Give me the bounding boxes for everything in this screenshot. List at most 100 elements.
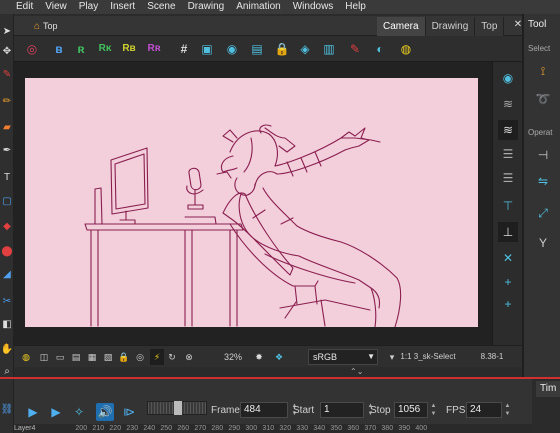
chevron-down-icon[interactable]: ▾ (388, 349, 396, 365)
layers-active-icon[interactable]: ≋ (498, 120, 518, 140)
drawing-canvas[interactable] (25, 78, 478, 327)
cutter-icon[interactable]: ✂ (1, 296, 13, 308)
panel-splitter[interactable]: ⌃⌄ (14, 367, 522, 377)
brush-icon[interactable]: ✎ (1, 69, 13, 81)
reset-icon[interactable]: ⊗ (182, 349, 196, 365)
collapse-icon[interactable]: ⌃⌄ (350, 367, 363, 377)
fps-stepper[interactable]: ▲ ▼ (503, 402, 512, 418)
sound-on-icon[interactable]: 🔊 (96, 403, 114, 421)
x-icon[interactable]: ✕ (498, 248, 518, 268)
operation-icon[interactable]: ⊣ (534, 146, 552, 164)
frame-icon[interactable]: ▭ (54, 349, 66, 365)
render-icon[interactable]: ◎ (24, 41, 40, 57)
lock-icon[interactable]: 🔒 (118, 349, 130, 365)
menu-animation[interactable]: Animation (230, 0, 286, 14)
morph-icon[interactable]: ◧ (1, 319, 13, 331)
start-label: Start (293, 405, 315, 416)
slider-thumb[interactable] (174, 401, 182, 415)
sound-scrub-icon[interactable]: ⧐ (120, 403, 138, 421)
hand-icon[interactable]: ✋ (1, 344, 13, 356)
view-tabs: Camera Drawing Top (377, 17, 505, 36)
camera-viewport[interactable] (14, 62, 492, 345)
grid-icon[interactable]: # (176, 41, 192, 57)
rb-icon[interactable]: Rʙ (120, 41, 138, 57)
flash-icon[interactable]: ⚡ (150, 349, 164, 365)
lightbulb-icon[interactable]: ◍ (398, 41, 414, 57)
link-icon[interactable]: ⛓ (1, 404, 14, 416)
onion-skin-icon[interactable]: ◐ (372, 41, 388, 57)
lightbulb-icon[interactable]: ◍ (20, 349, 32, 365)
pencil-icon[interactable]: ✏ (1, 96, 13, 108)
onion-icon[interactable]: ◉ (224, 41, 240, 57)
film-icon[interactable]: ▤ (70, 349, 82, 365)
tab-drawing[interactable]: Drawing (425, 17, 476, 36)
loop-icon[interactable]: ✧ (70, 403, 88, 421)
peg-visible-icon[interactable]: ⊤ (498, 196, 518, 216)
tab-top[interactable]: Top (475, 17, 505, 36)
lock-icon[interactable]: 🔒 (274, 41, 290, 57)
stop-stepper[interactable]: ▲ ▼ (429, 402, 438, 418)
menu-view[interactable]: View (39, 0, 73, 14)
menu-windows[interactable]: Windows (287, 0, 340, 14)
eye-icon[interactable]: ◈ (297, 41, 313, 57)
fps-field[interactable]: 24 (466, 402, 502, 418)
timeline-tab[interactable]: Tim (536, 381, 560, 397)
paint-icon[interactable]: ✒ (1, 145, 13, 157)
frame-field[interactable]: 484 (240, 402, 288, 418)
safe-area-icon[interactable]: ▧ (102, 349, 114, 365)
rectangle-icon[interactable]: ▢ (1, 196, 13, 208)
brush-b-icon[interactable]: ʙ (51, 41, 67, 57)
stop-field[interactable]: 1056 (394, 402, 428, 418)
text-icon[interactable]: T (1, 172, 13, 184)
menu-edit[interactable]: Edit (0, 0, 39, 14)
zoom-level[interactable]: 32% (220, 349, 246, 365)
rotate-icon[interactable]: ↻ (166, 349, 178, 365)
gear-icon[interactable]: ✸ (252, 349, 266, 365)
plus-icon[interactable]: + (498, 272, 518, 292)
flip-icon[interactable]: ⇋ (534, 172, 552, 190)
peg-icon[interactable]: ▥ (321, 41, 337, 57)
plus-alt-icon[interactable]: + (498, 294, 518, 314)
rr-icon[interactable]: Rʀ (145, 41, 163, 57)
layers-icon[interactable]: ≋ (498, 94, 518, 114)
transform-icon[interactable]: ✥ (1, 46, 13, 58)
breadcrumb[interactable]: ⌂ Top (34, 19, 58, 33)
rotate-icon[interactable]: ⤢ (534, 204, 552, 222)
eraser-icon[interactable]: ▰ (1, 122, 13, 134)
lasso-icon[interactable]: ➰ (534, 90, 552, 108)
dropper-icon[interactable]: ⬤ (1, 246, 13, 258)
menu-play[interactable]: Play (73, 0, 104, 14)
menu-help[interactable]: Help (339, 0, 372, 14)
axis-icon[interactable]: Y (534, 234, 552, 252)
table-icon[interactable]: ◫ (38, 349, 50, 365)
menu-scene[interactable]: Scene (141, 0, 181, 14)
fill-icon[interactable]: ◆ (1, 221, 13, 233)
camera-icon[interactable]: ▣ (199, 41, 215, 57)
eye-icon[interactable]: ◉ (498, 68, 518, 88)
brush-r-icon[interactable]: ʀ (73, 41, 89, 57)
stack-alt-icon[interactable]: ☰ (498, 168, 518, 188)
target-icon[interactable]: ◎ (134, 349, 146, 365)
snap-icon[interactable]: ❖ (272, 349, 286, 365)
light-table-icon[interactable]: ▤ (249, 41, 265, 57)
select-mode-icon[interactable]: ⟟ (534, 62, 552, 80)
brush-color-icon[interactable]: ✎ (347, 41, 363, 57)
contour-icon[interactable]: ◢ (1, 269, 13, 281)
rk-icon[interactable]: Rᴋ (96, 41, 114, 57)
play-icon[interactable]: ▶ (24, 403, 42, 421)
color-space-select[interactable]: sRGB ▼ (308, 349, 378, 365)
start-field[interactable]: 1 (320, 402, 364, 418)
tab-camera[interactable]: Camera (377, 17, 426, 36)
lock-icon[interactable]: ⊥ (498, 222, 518, 242)
grid-icon[interactable]: ▦ (86, 349, 98, 365)
stack-icon[interactable]: ☰ (498, 144, 518, 164)
menu-insert[interactable]: Insert (104, 0, 141, 14)
speed-slider[interactable] (147, 401, 207, 415)
select-arrow-icon[interactable]: ➤ (1, 26, 13, 38)
ruler-tick: 370 (364, 425, 377, 432)
frame-ruler[interactable]: Layer4 200 210 220 230 240 250 260 270 280 290 300 3… (14, 424, 532, 433)
menu-drawing[interactable]: Drawing (182, 0, 231, 14)
tool-panel-title[interactable]: Tool (528, 19, 546, 30)
play-sound-icon[interactable]: ▶ (47, 403, 65, 421)
ruler-tick: 400 (415, 425, 428, 432)
